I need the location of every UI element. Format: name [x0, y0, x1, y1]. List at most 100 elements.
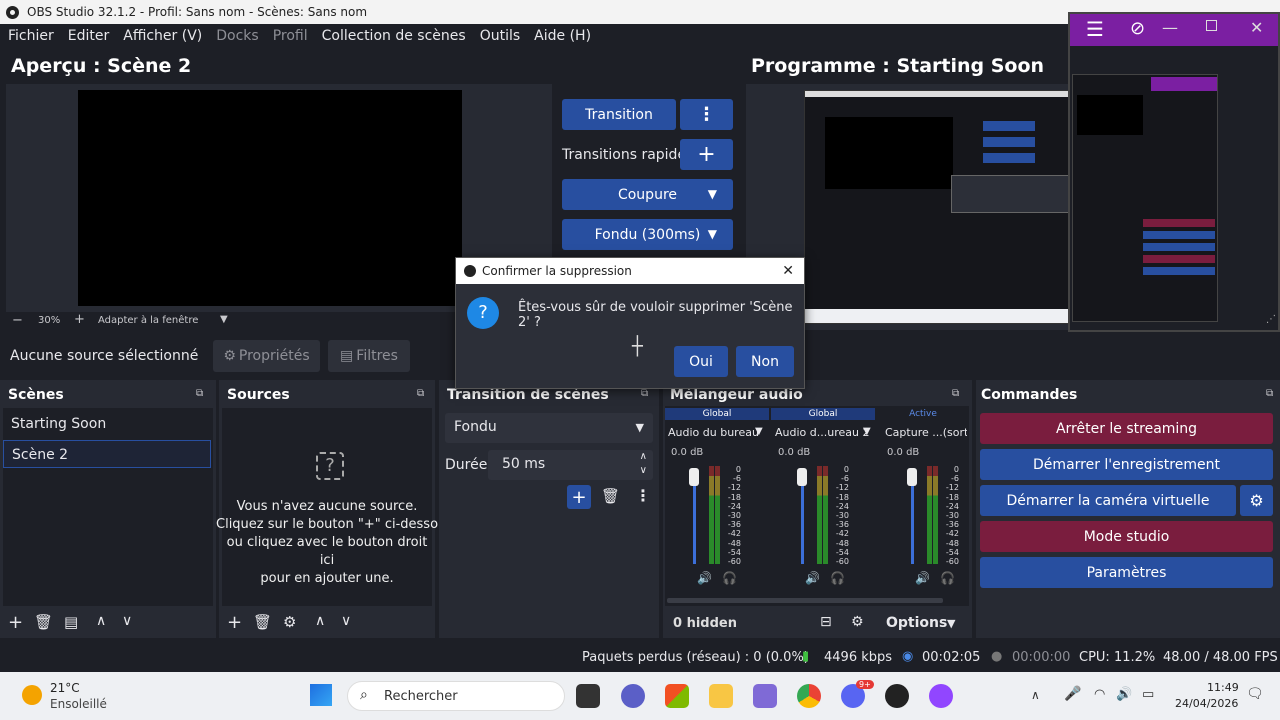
layout-icon[interactable]: ⊟ [820, 614, 832, 630]
weather-temp[interactable]: 21°C [50, 681, 80, 695]
menu-aide[interactable]: Aide (H) [534, 28, 591, 44]
scene-list[interactable]: Starting Soon Scène 2 [3, 408, 213, 606]
channel-name-1[interactable]: Audio du bureau [668, 426, 759, 439]
weather-desc[interactable]: Ensoleillé [50, 697, 107, 711]
hidden-count[interactable]: 0 hidden [673, 616, 737, 631]
source-list[interactable]: ? Vous n'avez aucune source. Cliquez sur… [216, 408, 457, 606]
close-icon[interactable]: ✕ [782, 263, 794, 279]
undock-icon[interactable]: ⧉ [417, 388, 424, 399]
undock-icon[interactable]: ⧉ [196, 388, 203, 399]
move-up-icon[interactable]: ∧ [96, 613, 106, 629]
speaker-icon[interactable]: 🔊 [697, 571, 712, 585]
menu-editer[interactable]: Editer [68, 28, 109, 44]
resize-grip-icon[interactable]: ⋰ [1266, 314, 1276, 325]
duration-input[interactable]: 50 ms ∧ ∨ [488, 450, 653, 480]
spin-up-icon[interactable]: ∧ [640, 451, 647, 462]
obs-taskbar-icon[interactable] [885, 684, 909, 708]
gear-icon[interactable]: ⚙ [1240, 485, 1273, 516]
chevron-down-icon[interactable]: ▼ [863, 426, 871, 437]
teams-icon[interactable] [621, 684, 645, 708]
speaker-icon[interactable]: 🔊 [805, 571, 820, 585]
channel-name-3[interactable]: Capture ...(sortie [885, 426, 967, 439]
menu-afficher[interactable]: Afficher (V) [123, 28, 202, 44]
filters-button[interactable]: ▤ Filtres [328, 340, 410, 372]
stop-streaming-button[interactable]: Arrêter le streaming [980, 413, 1273, 444]
volume-handle-3[interactable] [907, 468, 917, 486]
properties-button[interactable]: ⚙ Propriétés [213, 340, 320, 372]
more-icon[interactable]: ⋮ [635, 486, 651, 505]
cut-transition-button[interactable]: Coupure ▼ [562, 179, 733, 210]
channel-name-2[interactable]: Audio d...ureau 2 [775, 426, 869, 439]
menu-docks[interactable]: Docks [216, 28, 258, 44]
taskbar-search[interactable]: ⌕ Rechercher [347, 681, 565, 711]
microphone-icon[interactable]: 🎤 [1064, 686, 1081, 702]
close-icon[interactable]: ✕ [1250, 18, 1263, 37]
overlay-window[interactable]: ☰ ⊘ — ✕ ⋰ [1068, 12, 1280, 332]
volume-icon[interactable]: 🔊 [1116, 687, 1132, 702]
trash-icon[interactable]: 🗑 [34, 613, 53, 631]
virtual-camera-button[interactable]: Démarrer la caméra virtuelle [980, 485, 1236, 516]
chevron-up-icon[interactable]: ∧ [1031, 688, 1040, 702]
menu-collection[interactable]: Collection de scènes [322, 28, 466, 44]
headphones-icon[interactable]: 🎧 [830, 571, 845, 585]
trash-icon[interactable]: 🗑 [253, 613, 272, 631]
chevron-down-icon[interactable]: ▼ [755, 426, 763, 437]
store-icon[interactable] [665, 684, 689, 708]
fit-select[interactable]: Adapter à la fenêtre [98, 315, 198, 326]
chevron-down-icon[interactable]: ▼ [947, 617, 955, 630]
volume-handle-2[interactable] [797, 468, 807, 486]
windows-start-icon[interactable] [310, 684, 332, 706]
no-button[interactable]: Non [736, 346, 794, 377]
move-down-icon[interactable]: ∨ [122, 613, 132, 629]
menu-icon[interactable]: ☰ [1086, 17, 1104, 41]
add-source-button[interactable]: + [227, 612, 242, 633]
taskview-icon[interactable] [576, 684, 600, 708]
add-scene-button[interactable]: + [8, 612, 23, 633]
minimize-icon[interactable]: — [1162, 18, 1178, 37]
menu-outils[interactable]: Outils [480, 28, 520, 44]
speaker-icon[interactable]: 🔊 [915, 571, 930, 585]
sun-icon[interactable] [22, 685, 42, 705]
clock-date[interactable]: 24/04/2026 [1175, 697, 1238, 710]
studio-mode-button[interactable]: Mode studio [980, 521, 1273, 552]
undock-icon[interactable]: ⧉ [641, 388, 648, 399]
spin-down-icon[interactable]: ∨ [640, 465, 647, 476]
scene-item-scene-2[interactable]: Scène 2 [3, 440, 211, 468]
add-quick-transition-button[interactable]: + [680, 139, 733, 170]
transition-more-icon[interactable]: ⋮ [680, 99, 733, 130]
scene-item-starting-soon[interactable]: Starting Soon [3, 410, 213, 438]
move-down-icon[interactable]: ∨ [341, 613, 351, 629]
settings-icon[interactable]: ⚙ [851, 614, 864, 630]
hide-icon[interactable]: ⊘ [1130, 18, 1145, 39]
mixer-scrollbar[interactable] [667, 598, 943, 603]
zoom-in-button[interactable]: + [74, 312, 85, 327]
transition-type-select[interactable]: Fondu ▼ [445, 413, 653, 443]
headphones-icon[interactable]: 🎧 [722, 571, 737, 585]
chrome-icon[interactable] [797, 684, 821, 708]
chat-icon[interactable] [929, 684, 953, 708]
undock-icon[interactable]: ⧉ [1266, 388, 1273, 399]
trash-icon[interactable]: 🗑 [601, 487, 620, 505]
snipping-icon[interactable] [753, 684, 777, 708]
options-button[interactable]: Options [886, 615, 947, 631]
chevron-down-icon[interactable]: ▼ [220, 314, 228, 325]
filter-icon[interactable]: ▤ [64, 613, 78, 631]
transition-button[interactable]: Transition [562, 99, 676, 130]
notifications-icon[interactable]: 🗨 [1246, 686, 1264, 702]
settings-button[interactable]: Paramètres [980, 557, 1273, 588]
undock-icon[interactable]: ⧉ [952, 388, 959, 399]
add-transition-button[interactable]: + [567, 485, 591, 509]
wifi-icon[interactable]: ◠ [1094, 687, 1105, 702]
gear-icon[interactable]: ⚙ [283, 613, 296, 631]
battery-icon[interactable]: ▭ [1142, 687, 1154, 702]
volume-handle-1[interactable] [689, 468, 699, 486]
headphones-icon[interactable]: 🎧 [940, 571, 955, 585]
move-up-icon[interactable]: ∧ [315, 613, 325, 629]
clock-time[interactable]: 11:49 [1207, 681, 1239, 694]
zoom-out-button[interactable]: − [12, 313, 23, 328]
fade-transition-button[interactable]: Fondu (300ms) ▼ [562, 219, 733, 250]
start-recording-button[interactable]: Démarrer l'enregistrement [980, 449, 1273, 480]
maximize-icon[interactable] [1206, 20, 1217, 31]
menu-fichier[interactable]: Fichier [8, 28, 54, 44]
folder-icon[interactable] [709, 684, 733, 708]
